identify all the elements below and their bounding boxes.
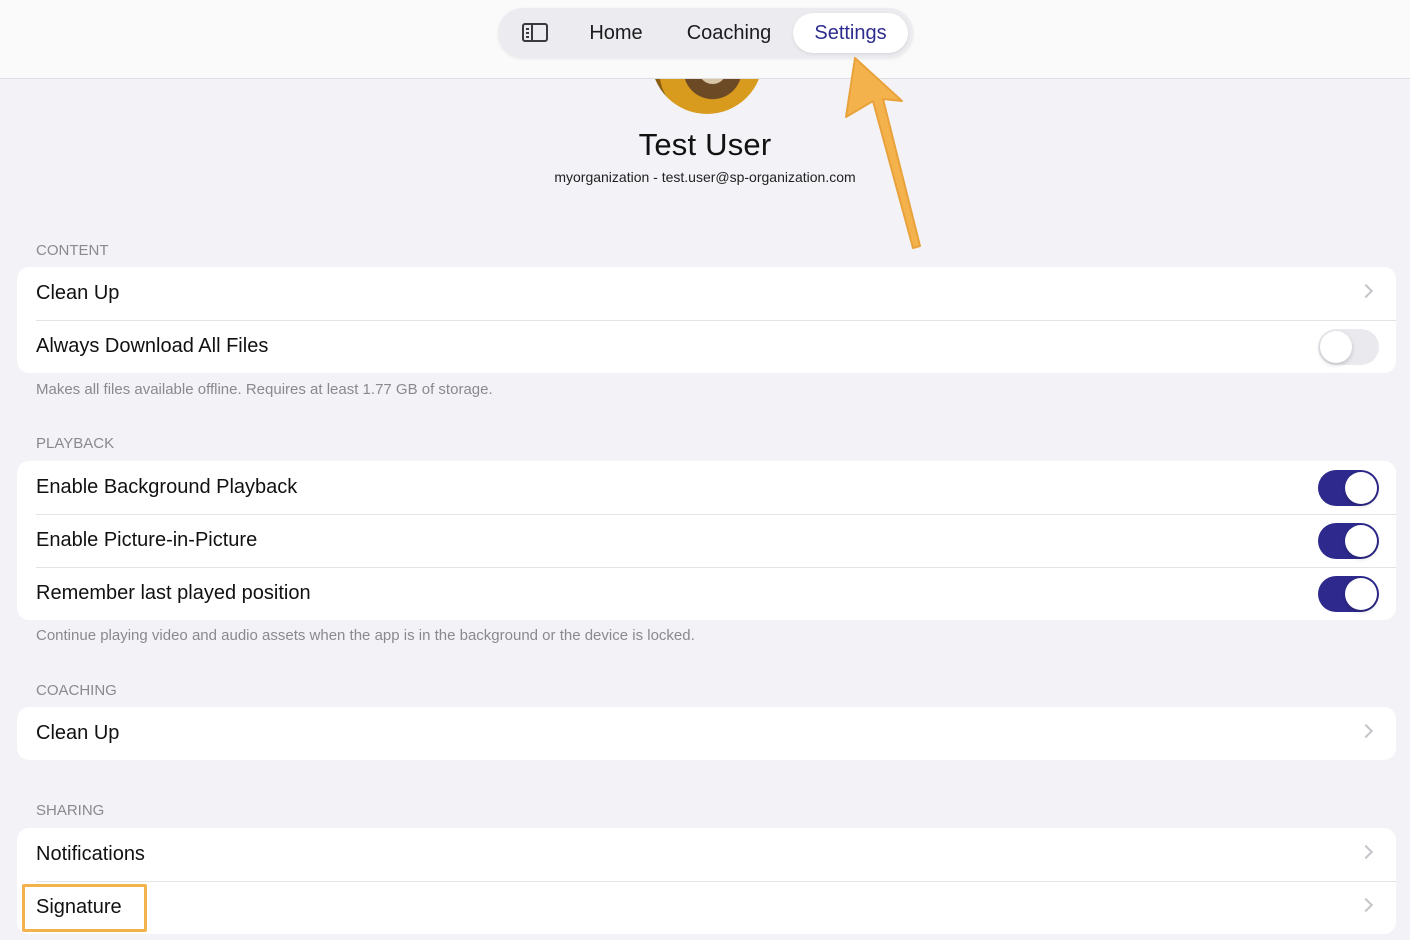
section-footer-playback: Continue playing video and audio assets … xyxy=(36,627,695,644)
toggle-knob xyxy=(1345,578,1377,610)
section-header-sharing: SHARING xyxy=(36,802,105,819)
tab-home[interactable]: Home xyxy=(576,8,656,58)
sharing-group: Notifications Signature xyxy=(17,828,1396,934)
section-header-content: CONTENT xyxy=(36,242,109,259)
remember-position-row: Remember last played position xyxy=(17,567,1396,620)
picture-in-picture-toggle[interactable] xyxy=(1318,523,1379,559)
remember-position-toggle[interactable] xyxy=(1318,576,1379,612)
profile-name: Test User xyxy=(638,127,772,162)
top-navigation-bar: Home Coaching Settings xyxy=(0,0,1410,79)
signature-highlight-box xyxy=(22,884,147,932)
settings-screen: Home Coaching Settings Test User myorgan… xyxy=(0,0,1410,940)
row-label: Always Download All Files xyxy=(36,335,269,357)
background-playback-toggle[interactable] xyxy=(1318,470,1379,506)
row-label: Clean Up xyxy=(36,282,120,304)
section-footer-content: Makes all files available offline. Requi… xyxy=(36,381,493,398)
coaching-clean-up-row[interactable]: Clean Up xyxy=(17,707,1396,760)
coaching-group: Clean Up xyxy=(17,707,1396,760)
chevron-right-icon xyxy=(1358,897,1374,913)
chevron-right-icon xyxy=(1358,723,1374,739)
background-playback-row: Enable Background Playback xyxy=(17,461,1396,514)
playback-group: Enable Background Playback Enable Pictur… xyxy=(17,461,1396,620)
always-download-row: Always Download All Files xyxy=(17,320,1396,373)
row-label: Clean Up xyxy=(36,722,120,744)
toggle-knob xyxy=(1320,331,1352,363)
chevron-right-icon xyxy=(1358,283,1374,299)
tab-settings[interactable]: Settings xyxy=(793,13,908,53)
section-header-coaching: COACHING xyxy=(36,682,117,699)
row-label: Remember last played position xyxy=(36,582,311,604)
always-download-toggle[interactable] xyxy=(1318,329,1379,365)
picture-in-picture-row: Enable Picture-in-Picture xyxy=(17,514,1396,567)
notifications-row[interactable]: Notifications xyxy=(17,828,1396,881)
tab-coaching[interactable]: Coaching xyxy=(674,8,784,58)
row-label: Notifications xyxy=(36,843,145,865)
sidebar-toggle-icon[interactable] xyxy=(522,23,548,42)
profile-subtitle: myorganization - test.user@sp-organizati… xyxy=(554,169,856,185)
chevron-right-icon xyxy=(1358,844,1374,860)
tab-switcher: Home Coaching Settings xyxy=(498,8,913,58)
content-group: Clean Up Always Download All Files xyxy=(17,267,1396,373)
section-header-playback: PLAYBACK xyxy=(36,435,115,452)
toggle-knob xyxy=(1345,525,1377,557)
row-label: Enable Background Playback xyxy=(36,476,298,498)
signature-row[interactable]: Signature xyxy=(17,881,1396,934)
toggle-knob xyxy=(1345,472,1377,504)
row-label: Enable Picture-in-Picture xyxy=(36,529,258,551)
content-clean-up-row[interactable]: Clean Up xyxy=(17,267,1396,320)
